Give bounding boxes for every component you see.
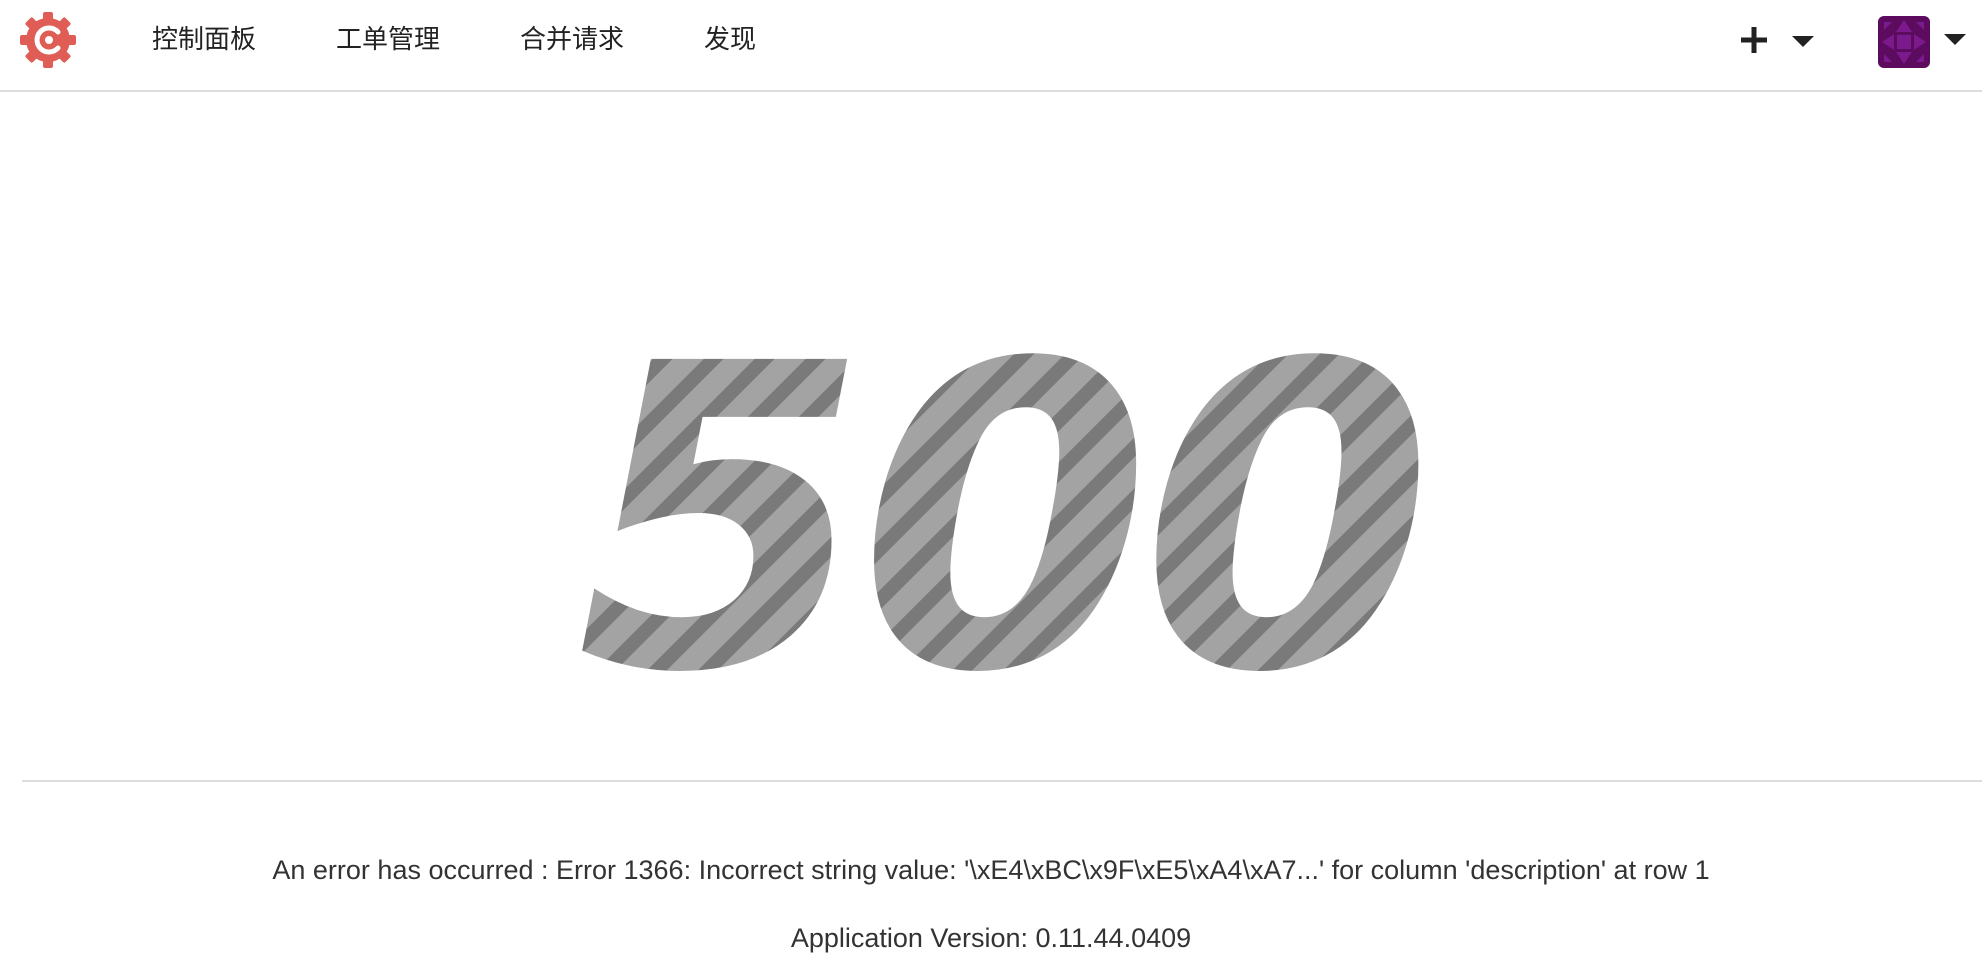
top-navbar: 控制面板 工单管理 合并请求 发现 [0, 0, 1982, 92]
chevron-down-icon [1944, 34, 1966, 45]
plus-icon [1741, 27, 1767, 53]
chevron-down-icon [1792, 36, 1814, 47]
gitea-logo-icon[interactable] [18, 10, 78, 70]
nav-item-issues[interactable]: 工单管理 [336, 22, 440, 58]
app-version: Application Version: 0.11.44.0409 [790, 923, 1192, 953]
user-menu-dropdown[interactable] [1878, 16, 1970, 72]
error-message: An error has occurred : Error 1366: Inco… [272, 855, 1710, 885]
avatar-icon [1878, 16, 1930, 68]
content-divider [22, 780, 1982, 782]
nav-item-explore[interactable]: 发现 [704, 22, 756, 58]
error-code: 500 [580, 330, 1420, 710]
nav-item-pull-requests[interactable]: 合并请求 [520, 22, 624, 58]
error-code-graphic: 500 [577, 276, 1434, 765]
nav-item-dashboard[interactable]: 控制面板 [152, 22, 256, 58]
create-new-dropdown[interactable] [1734, 14, 1814, 66]
